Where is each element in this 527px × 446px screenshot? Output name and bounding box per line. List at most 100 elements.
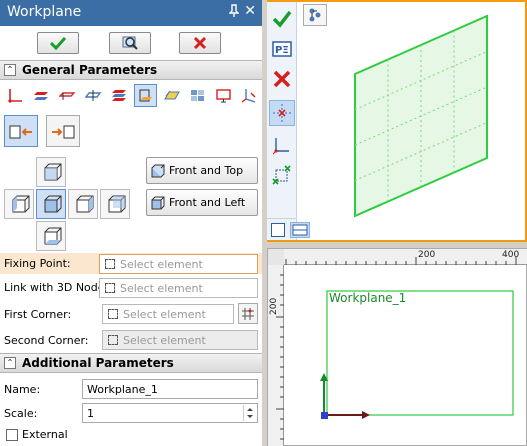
second-corner-field[interactable]: Select element — [102, 330, 258, 350]
horizontal-ruler: 200 400 — [268, 249, 527, 265]
pin-icon[interactable] — [228, 4, 240, 21]
workplane-outline — [326, 290, 514, 416]
view-back-button[interactable] — [100, 189, 130, 219]
ok-button[interactable] — [37, 32, 79, 54]
stacked-plane-tool[interactable] — [108, 84, 131, 107]
front-and-left-button[interactable]: Front and Left — [146, 189, 258, 216]
svg-text:PΞ: PΞ — [275, 45, 289, 56]
angle-plane-tool[interactable] — [82, 84, 105, 107]
link-3d-node-field[interactable]: Select element — [99, 278, 258, 298]
surface-plane-icon — [164, 90, 180, 100]
parallel-plane-icon — [34, 92, 48, 100]
viewport-vertical-toolbar: PΞ — [267, 2, 297, 240]
select-element-icon — [105, 259, 115, 269]
coordinate-axes-icon — [241, 89, 256, 103]
spinner-arrows-icon — [247, 408, 253, 418]
preview-icon — [122, 36, 138, 50]
ruler-h-label-400: 400 — [502, 250, 520, 260]
select-element-icon — [105, 283, 115, 293]
axis-snap-button[interactable] — [269, 132, 295, 158]
parallel-plane-tool[interactable] — [30, 84, 53, 107]
general-parameters-label: General Parameters — [22, 63, 158, 77]
align-left-button[interactable] — [4, 115, 38, 147]
name-input[interactable]: Workplane_1 — [82, 379, 258, 399]
surface-plane-tool[interactable] — [160, 84, 183, 107]
preview-button[interactable] — [109, 32, 151, 54]
checkmark-icon — [50, 36, 66, 50]
view-top-button[interactable] — [36, 157, 66, 187]
axis-icon — [8, 89, 22, 103]
3d-viewport[interactable] — [267, 0, 527, 242]
collapse-icon[interactable]: ⌃ — [4, 64, 16, 76]
view-front-button[interactable] — [36, 189, 66, 219]
view-right-button[interactable] — [68, 189, 98, 219]
front-and-top-button[interactable]: Front and Top — [146, 157, 258, 184]
cancel-button[interactable] — [179, 32, 221, 54]
name-label: Name: — [4, 383, 41, 396]
corner-pick-icon — [272, 165, 291, 185]
vertical-ruler-ticks — [276, 274, 284, 440]
arrow-into-box-left-icon — [9, 125, 32, 139]
monitor-icon — [216, 89, 231, 103]
offset-plane-tool[interactable] — [56, 84, 79, 107]
local-system-plane-tool[interactable] — [238, 84, 261, 107]
close-icon[interactable]: ✕ — [244, 3, 256, 19]
select-element-icon — [108, 309, 118, 319]
stacked-plane-icon — [112, 90, 126, 101]
fixing-point-label: Fixing Point: — [4, 257, 71, 270]
external-label: External — [22, 428, 68, 441]
ruler-v-label-200: 200 — [269, 297, 279, 315]
view-left-button[interactable] — [4, 189, 34, 219]
axis-plane-tool[interactable] — [4, 84, 27, 107]
split-view-horizontal-button[interactable] — [290, 222, 310, 238]
point-snap-button[interactable] — [269, 100, 295, 126]
ruler-h-label-200: 200 — [418, 250, 436, 260]
horizontal-ruler-ticks — [270, 252, 517, 265]
cancel-x-icon — [273, 70, 291, 88]
workplane-2d-label: Workplane_1 — [329, 291, 407, 305]
apply-button[interactable] — [269, 6, 295, 32]
cube-top-icon — [44, 163, 62, 181]
cube-left-icon — [12, 195, 30, 213]
origin-marker — [321, 412, 328, 419]
corner-pick-button[interactable] — [269, 162, 295, 188]
axis-icon — [272, 138, 289, 155]
crosshair-icon — [273, 104, 291, 122]
scale-label: Scale: — [4, 407, 38, 420]
cube-bottom-icon — [44, 227, 62, 245]
arrow-into-box-right-icon — [52, 125, 75, 139]
cube-front-top-icon — [151, 164, 165, 178]
angle-plane-icon — [85, 90, 102, 101]
external-checkbox[interactable] — [6, 429, 18, 441]
workplane-panel: Workplane ✕ ⌃ General Parameters Front a… — [0, 0, 262, 446]
additional-parameters-header[interactable]: ⌃ Additional Parameters — [0, 353, 262, 373]
split-view-vertical-icon[interactable] — [271, 223, 285, 237]
fixing-point-field[interactable]: Select element — [99, 254, 258, 274]
workplane-3d-preview — [354, 14, 488, 218]
hierarchy-icon — [309, 8, 321, 22]
cube-front-icon — [44, 195, 62, 213]
checkmark-icon — [272, 10, 292, 28]
screen-plane-tool[interactable] — [212, 84, 235, 107]
cube-front-left-icon — [151, 196, 165, 210]
view-bottom-button[interactable] — [36, 221, 66, 251]
properties-button[interactable]: PΞ — [269, 36, 295, 62]
general-parameters-header[interactable]: ⌃ General Parameters — [0, 60, 262, 80]
cube-back-icon — [108, 195, 126, 213]
additional-parameters-label: Additional Parameters — [22, 356, 174, 370]
link-3d-node-label: Link with 3D Node: — [4, 281, 109, 294]
align-right-button[interactable] — [46, 115, 80, 147]
view-options-button[interactable] — [303, 4, 327, 26]
corner-plane-tool[interactable] — [134, 84, 157, 107]
cancel-viewport-button[interactable] — [269, 66, 295, 92]
scale-input[interactable]: 1 — [82, 403, 258, 423]
vertical-ruler: 200 — [268, 265, 284, 446]
pick-corner-button[interactable] — [238, 303, 258, 324]
grid-plane-tool[interactable] — [186, 84, 209, 107]
properties-icon: PΞ — [272, 41, 292, 57]
scale-spinner[interactable] — [243, 405, 256, 421]
first-corner-field[interactable]: Select element — [102, 304, 234, 324]
panel-title: Workplane — [7, 4, 82, 20]
front-and-left-label: Front and Left — [169, 196, 246, 209]
collapse-icon[interactable]: ⌃ — [4, 357, 16, 369]
